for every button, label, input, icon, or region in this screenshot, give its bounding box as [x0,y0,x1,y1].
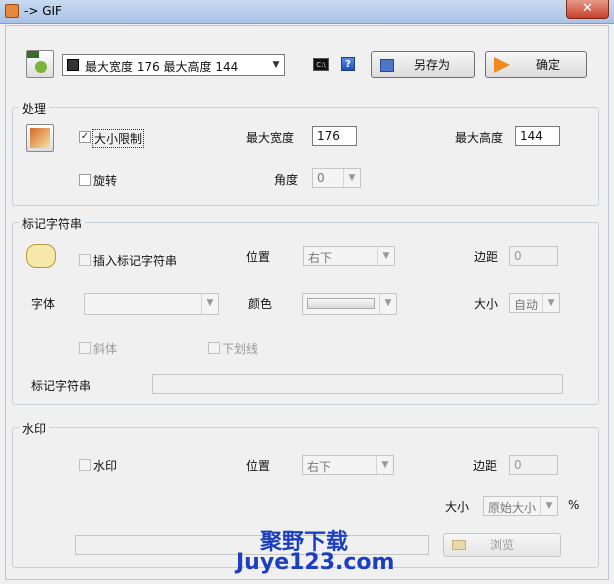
underline-checkbox[interactable] [208,342,220,354]
save-as-label: 另存为 [414,58,451,72]
chevron-down-icon: ▼ [201,294,218,314]
max-height-input[interactable]: 144 [515,126,560,146]
window-title: -> GIF [24,4,62,18]
film-icon [67,59,79,71]
rotate-checkbox[interactable] [79,174,91,186]
watermark-size-value: 原始大小 [488,501,537,515]
watermark-position-value: 右下 [307,460,332,474]
angle-label: 角度 [274,173,299,187]
angle-value: 0 [317,171,325,185]
max-height-label: 最大高度 [455,131,504,145]
watermark-group-title: 水印 [19,420,50,437]
browse-button[interactable]: 浏览 [443,533,561,557]
watermark-label[interactable]: 水印 [93,457,117,474]
gif-file-icon [26,50,54,78]
color-label: 颜色 [248,297,273,311]
mark-string-group-title: 标记字符串 [19,215,86,232]
insert-mark-checkbox[interactable] [79,254,91,266]
resize-limit-label[interactable]: 大小限制 [92,129,145,148]
mark-position-select[interactable]: 右下 ▼ [303,246,395,266]
help-icon[interactable]: ? [341,57,355,71]
mark-position-value: 右下 [308,251,333,265]
chevron-down-icon: ▼ [272,60,280,70]
resize-limit-checkbox[interactable]: ✓ [79,131,91,143]
percent-label: % [568,498,580,512]
mark-position-label: 位置 [246,250,271,264]
color-swatch [307,298,375,309]
italic-checkbox[interactable] [79,342,91,354]
mark-margin-input[interactable]: 0 [509,246,558,266]
ok-label: 确定 [536,58,561,72]
max-width-input[interactable]: 176 [312,126,357,146]
font-label: 字体 [31,297,56,311]
chevron-down-icon: ▼ [376,456,393,474]
watermark-checkbox[interactable] [79,459,91,471]
font-select[interactable]: ▼ [84,293,219,315]
chevron-down-icon: ▼ [379,294,396,314]
underline-label[interactable]: 下划线 [222,340,258,357]
app-icon [5,4,19,18]
chevron-down-icon: ▼ [343,169,360,187]
save-icon [380,59,394,72]
watermark-position-select[interactable]: 右下 ▼ [302,455,394,475]
mark-margin-label: 边距 [474,250,499,264]
angle-select[interactable]: 0 ▼ [312,168,361,188]
title-bar [0,0,614,24]
save-as-button[interactable]: 另存为 [371,51,475,78]
max-width-label: 最大宽度 [246,131,295,145]
ok-button[interactable]: 确定 [485,51,587,78]
watermark-size-label: 大小 [445,500,470,514]
chevron-down-icon: ▼ [377,247,394,265]
rotate-label[interactable]: 旋转 [93,172,117,189]
close-button[interactable]: ✕ [566,0,609,19]
watermark-position-label: 位置 [246,459,271,473]
italic-label[interactable]: 斜体 [93,340,117,357]
color-select[interactable]: ▼ [302,293,397,315]
arrow-right-icon [494,57,510,73]
watermark-size-select[interactable]: 原始大小 ▼ [483,496,558,516]
chevron-down-icon: ▼ [542,294,559,312]
process-group-title: 处理 [19,100,50,117]
watermark-margin-input[interactable]: 0 [509,455,558,475]
mark-size-value: 自动 [514,298,539,312]
mark-string-label: 标记字符串 [31,379,92,393]
speech-bubble-icon [26,244,56,268]
process-group [12,107,599,206]
site-watermark-url: Juye123.com [236,550,395,575]
watermark-margin-label: 边距 [473,459,498,473]
resize-icon [26,124,54,152]
chevron-down-icon: ▼ [540,497,557,515]
size-preset-select[interactable]: 最大宽度 176 最大高度 144 ▼ [62,54,285,76]
browse-label: 浏览 [489,538,514,552]
mark-string-input[interactable] [152,374,563,394]
insert-mark-label[interactable]: 插入标记字符串 [93,252,177,269]
size-preset-value: 最大宽度 176 最大高度 144 [85,60,239,74]
mark-size-select[interactable]: 自动 ▼ [509,293,560,313]
folder-icon [452,540,466,550]
mark-size-label: 大小 [474,297,499,311]
command-prompt-icon[interactable]: C:\ [313,58,329,71]
